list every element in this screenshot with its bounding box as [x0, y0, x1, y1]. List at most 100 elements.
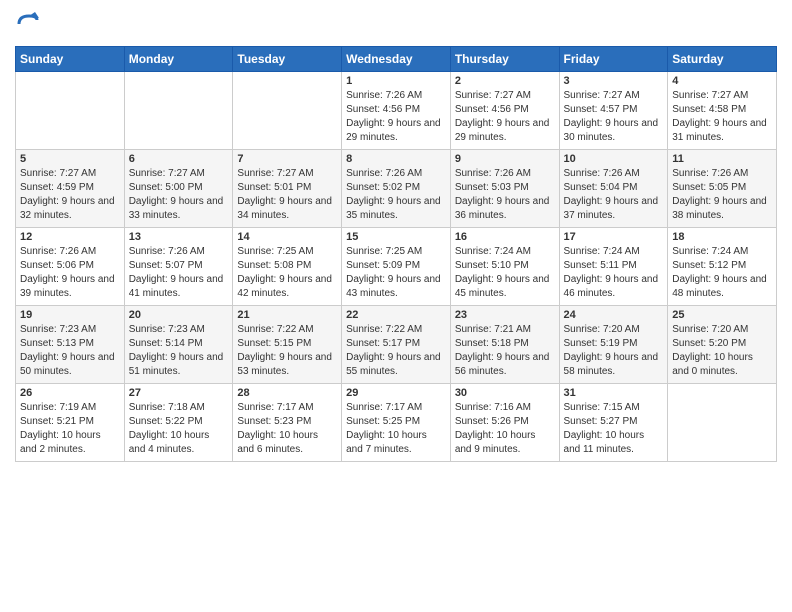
sunset-text: Sunset: 5:19 PM — [564, 338, 638, 349]
day-info: Sunrise: 7:20 AM Sunset: 5:20 PM Dayligh… — [672, 323, 772, 379]
day-number: 28 — [237, 387, 337, 399]
sunrise-text: Sunrise: 7:26 AM — [20, 246, 96, 257]
daylight-text: Daylight: 10 hours and 4 minutes. — [129, 430, 210, 455]
day-info: Sunrise: 7:24 AM Sunset: 5:12 PM Dayligh… — [672, 245, 772, 301]
daylight-text: Daylight: 9 hours and 39 minutes. — [20, 274, 115, 299]
day-info: Sunrise: 7:26 AM Sunset: 5:06 PM Dayligh… — [20, 245, 120, 301]
sunset-text: Sunset: 4:58 PM — [672, 104, 746, 115]
sunset-text: Sunset: 5:06 PM — [20, 260, 94, 271]
daylight-text: Daylight: 10 hours and 7 minutes. — [346, 430, 427, 455]
calendar-cell: 8 Sunrise: 7:26 AM Sunset: 5:02 PM Dayli… — [342, 150, 451, 228]
calendar-cell: 20 Sunrise: 7:23 AM Sunset: 5:14 PM Dayl… — [124, 306, 233, 384]
daylight-text: Daylight: 9 hours and 32 minutes. — [20, 196, 115, 221]
calendar-table: SundayMondayTuesdayWednesdayThursdayFrid… — [15, 46, 777, 462]
day-number: 26 — [20, 387, 120, 399]
sunset-text: Sunset: 5:00 PM — [129, 182, 203, 193]
day-info: Sunrise: 7:27 AM Sunset: 4:56 PM Dayligh… — [455, 89, 555, 145]
calendar-cell: 28 Sunrise: 7:17 AM Sunset: 5:23 PM Dayl… — [233, 384, 342, 462]
daylight-text: Daylight: 9 hours and 37 minutes. — [564, 196, 659, 221]
logo — [15, 10, 47, 38]
sunset-text: Sunset: 5:11 PM — [564, 260, 637, 271]
sunrise-text: Sunrise: 7:15 AM — [564, 402, 640, 413]
sunset-text: Sunset: 5:26 PM — [455, 416, 529, 427]
day-info: Sunrise: 7:24 AM Sunset: 5:10 PM Dayligh… — [455, 245, 555, 301]
sunset-text: Sunset: 5:18 PM — [455, 338, 529, 349]
calendar-header: SundayMondayTuesdayWednesdayThursdayFrid… — [16, 47, 777, 72]
day-info: Sunrise: 7:27 AM Sunset: 4:58 PM Dayligh… — [672, 89, 772, 145]
weekday-header: Sunday — [16, 47, 125, 72]
sunset-text: Sunset: 5:23 PM — [237, 416, 311, 427]
day-number: 9 — [455, 153, 555, 165]
day-number: 23 — [455, 309, 555, 321]
calendar-cell — [124, 72, 233, 150]
calendar-cell: 23 Sunrise: 7:21 AM Sunset: 5:18 PM Dayl… — [450, 306, 559, 384]
sunrise-text: Sunrise: 7:19 AM — [20, 402, 96, 413]
calendar-cell — [16, 72, 125, 150]
sunrise-text: Sunrise: 7:24 AM — [455, 246, 531, 257]
sunrise-text: Sunrise: 7:26 AM — [346, 90, 422, 101]
day-info: Sunrise: 7:27 AM Sunset: 4:59 PM Dayligh… — [20, 167, 120, 223]
daylight-text: Daylight: 10 hours and 2 minutes. — [20, 430, 101, 455]
sunrise-text: Sunrise: 7:27 AM — [129, 168, 205, 179]
daylight-text: Daylight: 9 hours and 33 minutes. — [129, 196, 224, 221]
sunset-text: Sunset: 5:02 PM — [346, 182, 420, 193]
day-number: 4 — [672, 75, 772, 87]
day-info: Sunrise: 7:18 AM Sunset: 5:22 PM Dayligh… — [129, 401, 229, 457]
sunrise-text: Sunrise: 7:24 AM — [672, 246, 748, 257]
sunrise-text: Sunrise: 7:25 AM — [346, 246, 422, 257]
day-info: Sunrise: 7:26 AM Sunset: 4:56 PM Dayligh… — [346, 89, 446, 145]
day-info: Sunrise: 7:19 AM Sunset: 5:21 PM Dayligh… — [20, 401, 120, 457]
sunset-text: Sunset: 5:14 PM — [129, 338, 203, 349]
day-info: Sunrise: 7:15 AM Sunset: 5:27 PM Dayligh… — [564, 401, 664, 457]
day-number: 25 — [672, 309, 772, 321]
day-number: 18 — [672, 231, 772, 243]
calendar-cell: 16 Sunrise: 7:24 AM Sunset: 5:10 PM Dayl… — [450, 228, 559, 306]
sunrise-text: Sunrise: 7:25 AM — [237, 246, 313, 257]
day-info: Sunrise: 7:20 AM Sunset: 5:19 PM Dayligh… — [564, 323, 664, 379]
sunset-text: Sunset: 4:59 PM — [20, 182, 94, 193]
sunset-text: Sunset: 5:03 PM — [455, 182, 529, 193]
sunrise-text: Sunrise: 7:17 AM — [237, 402, 313, 413]
calendar-cell: 12 Sunrise: 7:26 AM Sunset: 5:06 PM Dayl… — [16, 228, 125, 306]
sunrise-text: Sunrise: 7:26 AM — [129, 246, 205, 257]
day-number: 17 — [564, 231, 664, 243]
day-info: Sunrise: 7:21 AM Sunset: 5:18 PM Dayligh… — [455, 323, 555, 379]
sunset-text: Sunset: 5:27 PM — [564, 416, 638, 427]
day-number: 14 — [237, 231, 337, 243]
day-info: Sunrise: 7:23 AM Sunset: 5:13 PM Dayligh… — [20, 323, 120, 379]
day-info: Sunrise: 7:27 AM Sunset: 4:57 PM Dayligh… — [564, 89, 664, 145]
calendar-body: 1 Sunrise: 7:26 AM Sunset: 4:56 PM Dayli… — [16, 72, 777, 462]
day-number: 16 — [455, 231, 555, 243]
calendar-cell: 2 Sunrise: 7:27 AM Sunset: 4:56 PM Dayli… — [450, 72, 559, 150]
day-number: 12 — [20, 231, 120, 243]
daylight-text: Daylight: 9 hours and 41 minutes. — [129, 274, 224, 299]
sunrise-text: Sunrise: 7:21 AM — [455, 324, 531, 335]
sunrise-text: Sunrise: 7:22 AM — [237, 324, 313, 335]
calendar-cell: 25 Sunrise: 7:20 AM Sunset: 5:20 PM Dayl… — [668, 306, 777, 384]
week-row: 12 Sunrise: 7:26 AM Sunset: 5:06 PM Dayl… — [16, 228, 777, 306]
daylight-text: Daylight: 9 hours and 45 minutes. — [455, 274, 550, 299]
day-number: 11 — [672, 153, 772, 165]
calendar-cell: 6 Sunrise: 7:27 AM Sunset: 5:00 PM Dayli… — [124, 150, 233, 228]
sunset-text: Sunset: 5:12 PM — [672, 260, 746, 271]
sunset-text: Sunset: 5:13 PM — [20, 338, 94, 349]
sunrise-text: Sunrise: 7:27 AM — [564, 90, 640, 101]
calendar-cell: 17 Sunrise: 7:24 AM Sunset: 5:11 PM Dayl… — [559, 228, 668, 306]
day-info: Sunrise: 7:23 AM Sunset: 5:14 PM Dayligh… — [129, 323, 229, 379]
sunrise-text: Sunrise: 7:18 AM — [129, 402, 205, 413]
day-number: 21 — [237, 309, 337, 321]
day-info: Sunrise: 7:26 AM Sunset: 5:04 PM Dayligh… — [564, 167, 664, 223]
day-number: 30 — [455, 387, 555, 399]
calendar-cell: 31 Sunrise: 7:15 AM Sunset: 5:27 PM Dayl… — [559, 384, 668, 462]
weekday-header: Wednesday — [342, 47, 451, 72]
calendar-cell: 22 Sunrise: 7:22 AM Sunset: 5:17 PM Dayl… — [342, 306, 451, 384]
day-number: 13 — [129, 231, 229, 243]
sunrise-text: Sunrise: 7:17 AM — [346, 402, 422, 413]
day-number: 22 — [346, 309, 446, 321]
daylight-text: Daylight: 9 hours and 58 minutes. — [564, 352, 659, 377]
week-row: 19 Sunrise: 7:23 AM Sunset: 5:13 PM Dayl… — [16, 306, 777, 384]
calendar-cell: 27 Sunrise: 7:18 AM Sunset: 5:22 PM Dayl… — [124, 384, 233, 462]
day-info: Sunrise: 7:22 AM Sunset: 5:15 PM Dayligh… — [237, 323, 337, 379]
day-info: Sunrise: 7:27 AM Sunset: 5:00 PM Dayligh… — [129, 167, 229, 223]
daylight-text: Daylight: 9 hours and 34 minutes. — [237, 196, 332, 221]
